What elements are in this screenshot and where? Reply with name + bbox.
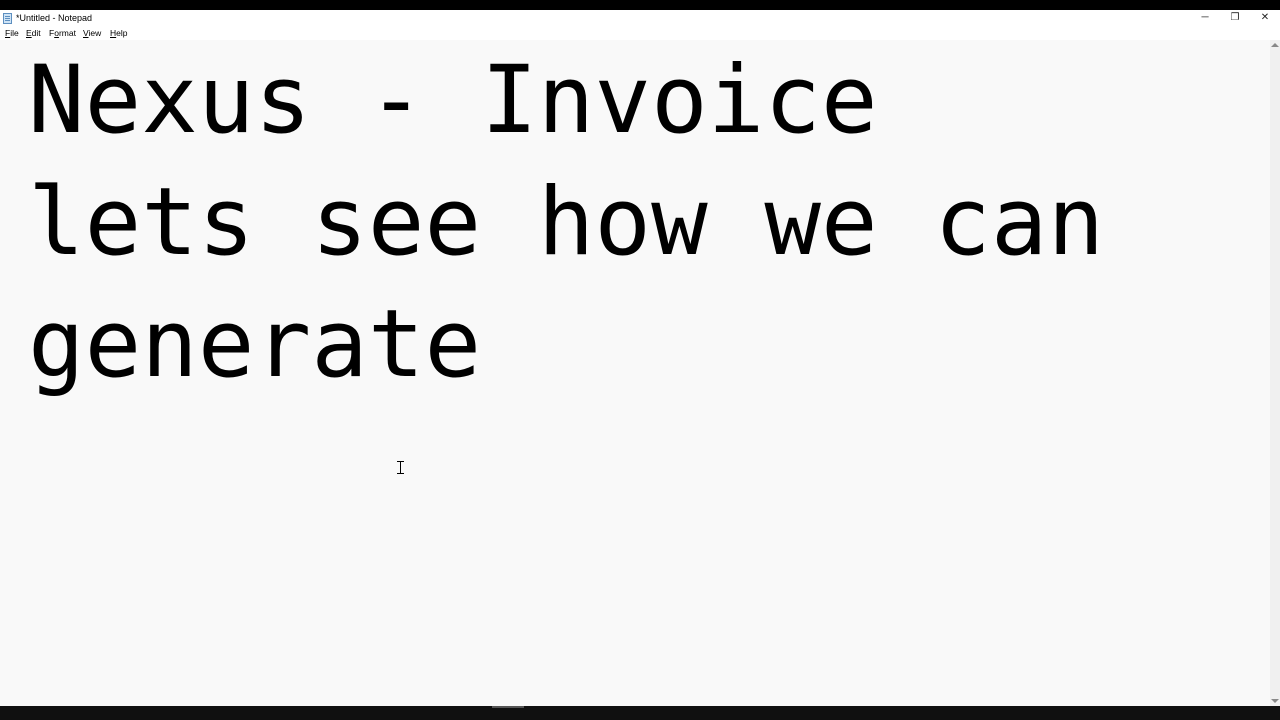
editor-line-1: Nexus - Invoice — [28, 46, 878, 155]
text-cursor-icon — [397, 461, 404, 474]
notepad-icon[interactable] — [3, 13, 12, 24]
scroll-down-arrow-icon[interactable] — [1271, 699, 1279, 703]
scroll-up-arrow-icon[interactable] — [1271, 43, 1279, 47]
taskbar — [0, 706, 1280, 720]
menu-format[interactable]: Format — [49, 27, 76, 39]
menu-help-rest: elp — [116, 28, 128, 38]
menu-view[interactable]: View — [83, 27, 101, 39]
window-title: *Untitled - Notepad — [16, 13, 93, 23]
restore-button[interactable]: ❐ — [1220, 10, 1250, 27]
menu-edit-rest: dit — [31, 28, 41, 38]
vertical-scrollbar[interactable] — [1270, 40, 1280, 706]
menu-help[interactable]: Help — [110, 27, 127, 39]
menu-view-rest: iew — [88, 28, 102, 38]
menu-file-rest: ile — [10, 28, 19, 38]
menu-format-rest: rmat — [58, 28, 76, 38]
notepad-window: *Untitled - Notepad ─ ❐ ✕ File Edit Form… — [0, 10, 1280, 706]
menu-file[interactable]: File — [5, 27, 19, 39]
editor-line-3: generate — [28, 290, 482, 399]
menu-edit[interactable]: Edit — [26, 27, 41, 39]
minimize-button[interactable]: ─ — [1190, 10, 1220, 27]
close-button[interactable]: ✕ — [1250, 10, 1280, 27]
editor-line-2: lets see how we can — [28, 168, 1105, 277]
title-bar[interactable]: *Untitled - Notepad ─ ❐ ✕ — [0, 10, 1280, 27]
menu-bar: File Edit Format View Help — [0, 27, 1280, 40]
text-editor-area[interactable]: Nexus - Invoice lets see how we can gene… — [0, 40, 1270, 706]
taskbar-active-indicator[interactable] — [492, 706, 524, 708]
